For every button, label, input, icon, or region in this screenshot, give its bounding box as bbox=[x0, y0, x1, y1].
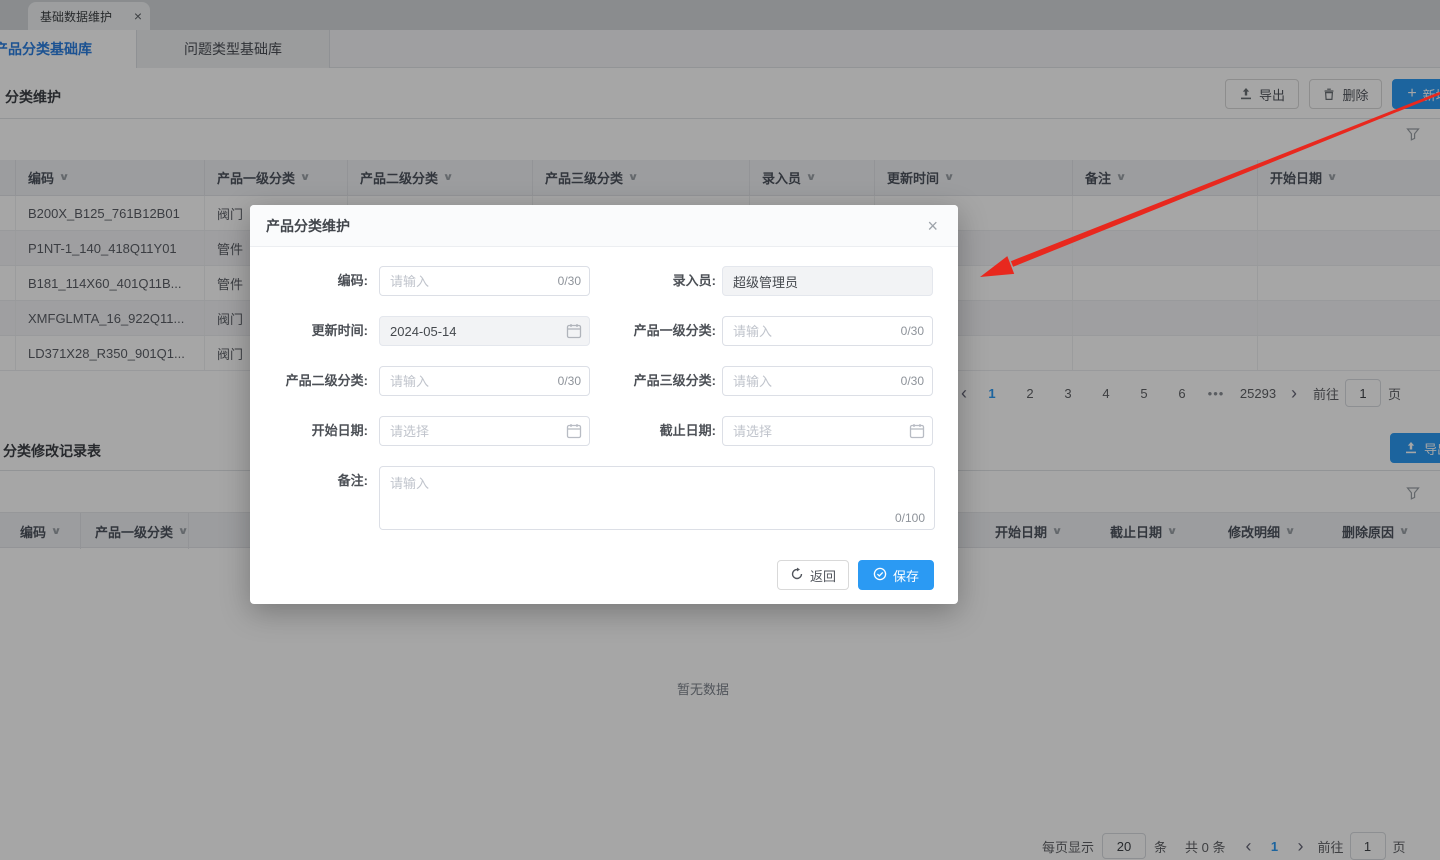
remark-label: 备注: bbox=[337, 473, 368, 488]
operator-label: 录入员: bbox=[672, 273, 716, 288]
remark-field: 0/100 bbox=[379, 466, 935, 530]
start-date-input[interactable] bbox=[379, 416, 590, 446]
update-time-field bbox=[379, 316, 590, 346]
back-button[interactable]: 返回 bbox=[777, 560, 849, 590]
end-date-input[interactable] bbox=[722, 416, 933, 446]
save-label: 保存 bbox=[892, 568, 919, 584]
start-date-field bbox=[379, 416, 590, 446]
back-label: 返回 bbox=[809, 568, 836, 584]
update-time-input bbox=[379, 316, 590, 346]
level2-field: 0/30 bbox=[379, 366, 590, 396]
char-counter: 0/30 bbox=[900, 324, 924, 338]
update-time-label: 更新时间: bbox=[311, 323, 368, 338]
category-maintenance-dialog: 产品分类维护 × 编码: 0/30 录入员: 更新时间: 产品一级分类: 0/3… bbox=[250, 205, 958, 604]
level1-label: 产品一级分类: bbox=[633, 323, 716, 338]
calendar-icon bbox=[909, 423, 925, 439]
level3-field: 0/30 bbox=[722, 366, 933, 396]
end-date-field bbox=[722, 416, 933, 446]
operator-field bbox=[722, 266, 933, 296]
end-date-label: 截止日期: bbox=[659, 423, 716, 438]
level1-field: 0/30 bbox=[722, 316, 933, 346]
level3-label: 产品三级分类: bbox=[633, 373, 716, 388]
refresh-icon bbox=[790, 567, 804, 584]
close-dialog-icon[interactable]: × bbox=[927, 205, 938, 247]
dialog-title: 产品分类维护 bbox=[266, 218, 350, 234]
save-button[interactable]: 保存 bbox=[858, 560, 934, 590]
char-counter: 0/100 bbox=[894, 511, 925, 525]
level2-label: 产品二级分类: bbox=[285, 373, 368, 388]
char-counter: 0/30 bbox=[900, 374, 924, 388]
code-field: 0/30 bbox=[379, 266, 590, 296]
dialog-header: 产品分类维护 × bbox=[250, 205, 958, 247]
app-window: 基础数据维护 × 产品分类基础库 问题类型基础库 分类维护 导出 删除 + 新增 bbox=[0, 0, 1440, 860]
start-date-label: 开始日期: bbox=[311, 423, 368, 438]
code-label: 编码: bbox=[337, 273, 368, 288]
check-circle-icon bbox=[873, 567, 887, 584]
operator-input bbox=[722, 266, 933, 296]
remark-input[interactable] bbox=[379, 466, 935, 530]
